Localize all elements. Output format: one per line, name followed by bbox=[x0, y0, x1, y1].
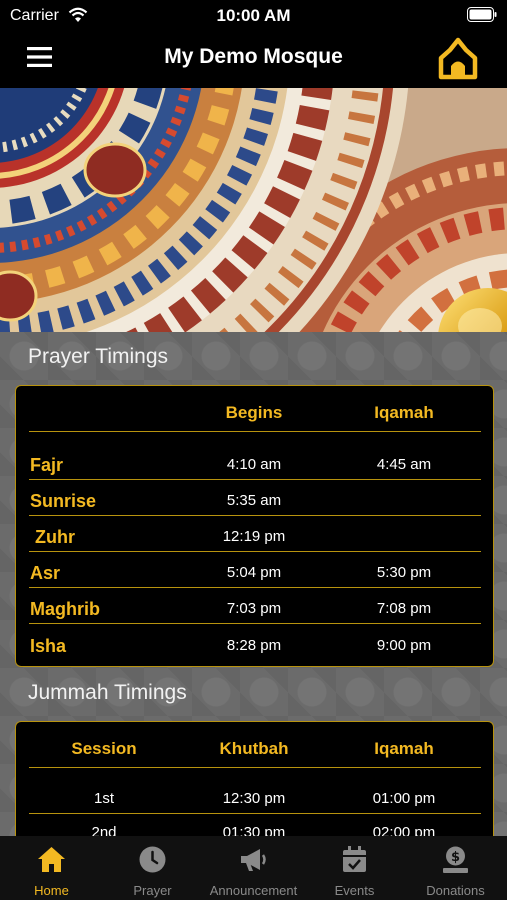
begins-time: 8:28 pm bbox=[226, 637, 282, 654]
tab-label: Announcement bbox=[209, 883, 298, 898]
jummah-row-1st: 1st 12:30 pm 01:00 pm bbox=[29, 778, 481, 814]
tab-announcement[interactable]: Announcement bbox=[203, 836, 304, 900]
tab-label: Home bbox=[34, 883, 69, 898]
iqamah-time: 4:45 am bbox=[376, 456, 432, 473]
prayer-timings-title: Prayer Timings bbox=[28, 345, 169, 368]
khutbah-column-header: Khutbah bbox=[219, 739, 289, 758]
megaphone-icon bbox=[241, 849, 266, 871]
prayer-row-sunrise: Sunrise 5:35 am bbox=[29, 480, 481, 516]
iqamah-time: 7:08 pm bbox=[376, 600, 432, 617]
begins-time: 5:04 pm bbox=[226, 564, 282, 581]
iqamah-time: 9:00 pm bbox=[376, 637, 432, 654]
begins-time: 7:03 pm bbox=[226, 600, 282, 617]
tab-label: Events bbox=[334, 883, 375, 898]
navigation-bar: My Demo Mosque bbox=[0, 30, 507, 88]
prayer-name: Asr bbox=[30, 563, 61, 583]
begins-column-header: Begins bbox=[225, 403, 283, 422]
prayer-row-zuhr: Zuhr 12:19 pm bbox=[29, 516, 481, 552]
battery-icon bbox=[467, 7, 497, 22]
main-content[interactable]: Prayer Timings Begins Iqamah Fajr 4:10 a… bbox=[0, 332, 507, 836]
prayer-row-asr: Asr 5:04 pm 5:30 pm bbox=[29, 552, 481, 588]
iqamah-time: 02:00 pm bbox=[372, 824, 436, 836]
donation-icon: $ bbox=[443, 846, 468, 873]
status-time: 10:00 AM bbox=[216, 6, 291, 25]
tab-label: Donations bbox=[426, 883, 485, 898]
status-bar: Carrier 10:00 AM bbox=[0, 0, 507, 30]
iqamah-column-header: Iqamah bbox=[374, 739, 434, 758]
tab-bar: Home Prayer Announcement Events $ Donati… bbox=[0, 836, 507, 900]
mosque-dome-image bbox=[0, 88, 507, 332]
iqamah-column-header: Iqamah bbox=[374, 403, 434, 422]
jummah-timings-card: Session Khutbah Iqamah 1st 12:30 pm 01:0… bbox=[15, 721, 494, 836]
prayer-name: Isha bbox=[30, 636, 67, 656]
khutbah-time: 01:30 pm bbox=[222, 824, 286, 836]
iqamah-time: 01:00 pm bbox=[372, 790, 436, 807]
prayer-timings-card: Begins Iqamah Fajr 4:10 am 4:45 am Sunri… bbox=[15, 385, 494, 667]
tab-events[interactable]: Events bbox=[304, 836, 405, 900]
begins-time: 12:19 pm bbox=[222, 528, 286, 545]
tab-donations[interactable]: $ Donations bbox=[405, 836, 506, 900]
prayer-table-header: Begins Iqamah bbox=[29, 395, 481, 432]
prayer-name: Zuhr bbox=[30, 527, 75, 547]
svg-text:$: $ bbox=[451, 850, 460, 865]
home-icon bbox=[38, 847, 65, 872]
iqamah-time: 5:30 pm bbox=[376, 564, 432, 581]
mosque-logo-icon[interactable] bbox=[435, 37, 481, 83]
clock-icon bbox=[139, 846, 166, 873]
prayer-row-isha: Isha 8:28 pm 9:00 pm bbox=[29, 624, 481, 660]
prayer-name: Fajr bbox=[30, 455, 64, 475]
tab-home[interactable]: Home bbox=[1, 836, 102, 900]
tab-prayer[interactable]: Prayer bbox=[102, 836, 203, 900]
jummah-timings-title: Jummah Timings bbox=[28, 681, 187, 704]
begins-time: 4:10 am bbox=[226, 456, 282, 473]
prayer-name: Maghrib bbox=[30, 599, 100, 619]
prayer-row-fajr: Fajr 4:10 am 4:45 am bbox=[29, 444, 481, 480]
khutbah-time: 12:30 pm bbox=[222, 790, 286, 807]
session-name: 1st bbox=[93, 790, 114, 807]
session-column-header: Session bbox=[71, 739, 137, 758]
tab-label: Prayer bbox=[133, 883, 172, 898]
session-name: 2nd bbox=[91, 824, 117, 836]
begins-time: 5:35 am bbox=[226, 492, 282, 509]
calendar-icon bbox=[343, 846, 366, 872]
prayer-row-maghrib: Maghrib 7:03 pm 7:08 pm bbox=[29, 588, 481, 624]
jummah-table-header: Session Khutbah Iqamah bbox=[29, 731, 481, 768]
prayer-name: Sunrise bbox=[30, 491, 97, 511]
jummah-row-2nd: 2nd 01:30 pm 02:00 pm bbox=[29, 811, 481, 836]
page-title: My Demo Mosque bbox=[164, 45, 343, 68]
